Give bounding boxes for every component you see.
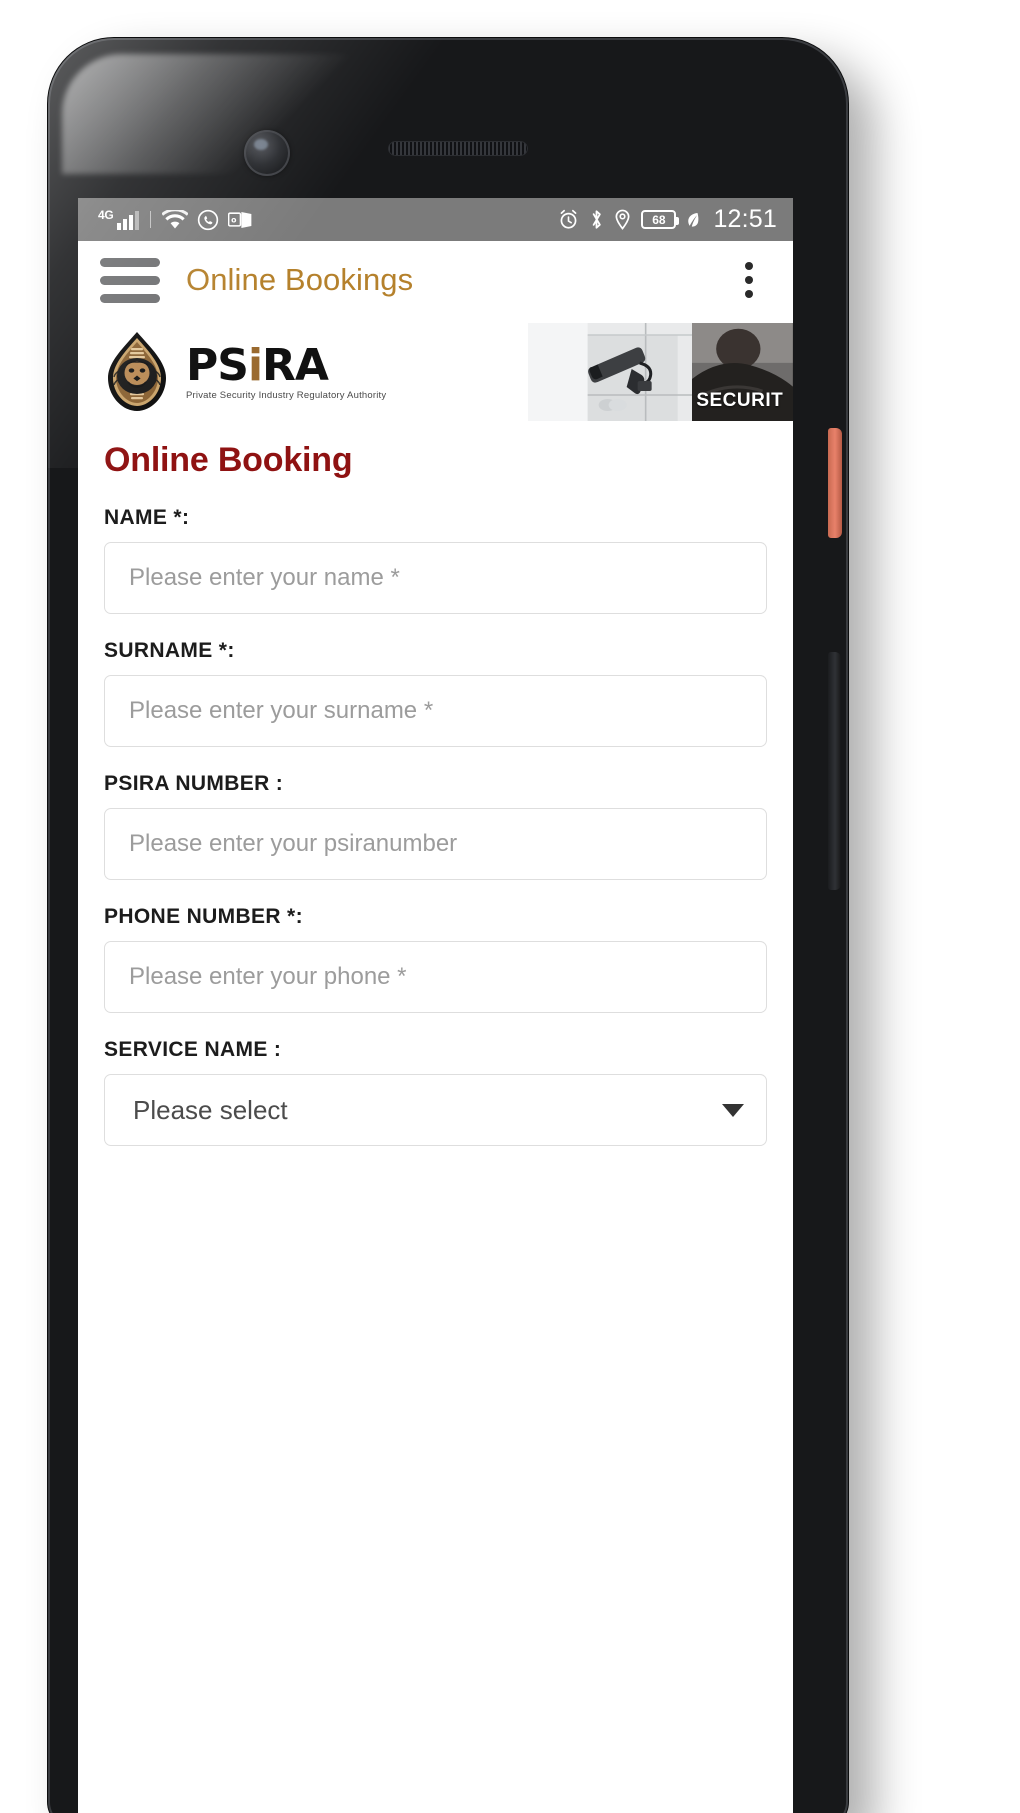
chevron-down-icon <box>722 1103 744 1117</box>
earpiece-speaker <box>388 141 528 156</box>
bluetooth-icon <box>589 209 604 230</box>
form-heading: Online Booking <box>104 441 353 479</box>
wordmark-ra: RA <box>262 339 329 391</box>
cctv-security-banner: SECURIT <box>528 323 793 421</box>
app-bar: Online Bookings <box>78 241 793 319</box>
field-phone-number-label: PHONE NUMBER *: <box>104 905 303 928</box>
volume-button[interactable] <box>828 652 841 890</box>
page-title: Online Bookings <box>186 262 414 297</box>
psira-number-input[interactable]: Please enter your psiranumber <box>104 808 767 880</box>
field-service-name-label: SERVICE NAME : <box>104 1038 282 1061</box>
alarm-icon <box>558 209 579 230</box>
status-divider <box>150 211 152 228</box>
surname-input[interactable]: Please enter your surname * <box>104 675 767 747</box>
status-bar: 4G o 68 12:51 <box>78 198 793 241</box>
field-psira-number: PSIRA NUMBER : Please enter your psiranu… <box>104 772 767 880</box>
status-bar-left-icons: 4G o <box>98 209 558 231</box>
field-phone-number: PHONE NUMBER *: Please enter your phone … <box>104 905 767 1013</box>
whatsapp-icon <box>197 209 219 231</box>
psira-tagline: Private Security Industry Regulatory Aut… <box>186 389 387 401</box>
location-icon <box>614 209 631 230</box>
battery-icon: 68 <box>641 210 680 229</box>
field-surname-label: SURNAME *: <box>104 639 235 662</box>
hamburger-menu-icon[interactable] <box>100 257 160 303</box>
psira-wordmark: PSiRA Private Security Industry Regulato… <box>186 343 387 401</box>
outlook-icon: o <box>228 210 252 230</box>
brand-header: PSiRA Private Security Industry Regulato… <box>78 319 793 427</box>
cctv-camera-photo <box>528 323 693 421</box>
battery-level-label: 68 <box>652 212 666 227</box>
clock-label: 12:51 <box>713 205 777 233</box>
field-name: NAME *: Please enter your name * <box>104 506 767 614</box>
frame-gloss-corner <box>62 54 362 174</box>
power-button[interactable] <box>828 428 842 538</box>
security-banner-text: SECURIT <box>696 390 784 411</box>
service-name-select[interactable]: Please select <box>104 1074 767 1146</box>
phone-number-input[interactable]: Please enter your phone * <box>104 941 767 1013</box>
field-surname: SURNAME *: Please enter your surname * <box>104 639 767 747</box>
psira-lion-crest-logo <box>104 330 170 414</box>
phone-device-frame: 4G o 68 12:51 Online Bookings PSiRA Priv… <box>48 38 848 1813</box>
wifi-icon <box>162 209 189 230</box>
wordmark-ps: PS <box>186 339 249 391</box>
screenshot-stage: 4G o 68 12:51 Online Bookings PSiRA Priv… <box>0 0 1020 1813</box>
network-type-label: 4G <box>98 207 114 222</box>
psira-logo: PSiRA Private Security Industry Regulato… <box>78 330 386 414</box>
field-service-name: SERVICE NAME : Please select <box>104 1038 767 1146</box>
field-psira-number-label: PSIRA NUMBER : <box>104 772 284 795</box>
phone-screen: 4G o 68 12:51 Online Bookings PSiRA Priv… <box>78 198 793 1813</box>
status-bar-right-icons: 68 12:51 <box>558 205 777 234</box>
service-name-selected-value: Please select <box>133 1094 288 1125</box>
front-camera-icon <box>244 130 290 176</box>
psira-wordmark-text: PSiRA <box>186 343 386 388</box>
charging-leaf-icon <box>686 210 700 230</box>
svg-text:o: o <box>232 215 238 224</box>
more-vertical-icon[interactable] <box>727 256 771 304</box>
booking-form: Online Booking NAME *: Please enter your… <box>78 441 793 1146</box>
field-name-label: NAME *: <box>104 506 190 529</box>
camera-glint <box>254 139 268 150</box>
name-input[interactable]: Please enter your name * <box>104 542 767 614</box>
security-guard-photo: SECURIT <box>692 323 793 421</box>
wordmark-i: i <box>247 339 263 391</box>
signal-bars-icon <box>117 210 140 230</box>
